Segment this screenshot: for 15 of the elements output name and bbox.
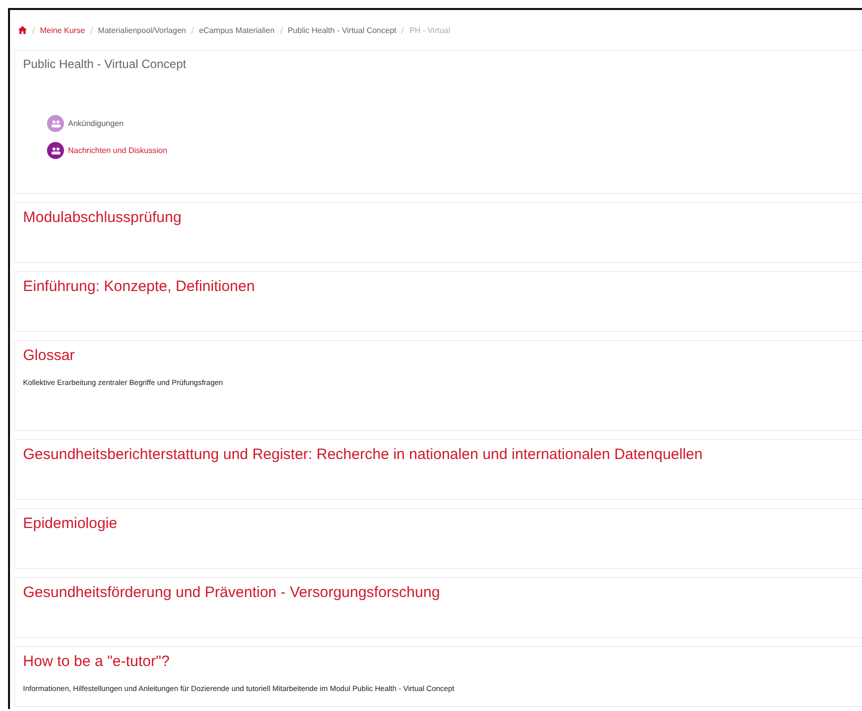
breadcrumb-link[interactable]: Public Health - Virtual Concept	[288, 26, 396, 34]
separator-icon	[190, 26, 194, 34]
course-title: Public Health - Virtual Concept	[23, 57, 188, 71]
breadcrumb-link[interactable]: eCampus Materialien	[198, 26, 275, 34]
separator-icon	[401, 26, 404, 34]
section-title[interactable]: Glossar	[23, 347, 854, 364]
home-icon[interactable]	[18, 26, 27, 34]
forum-link[interactable]: Ankündigungen	[47, 115, 854, 132]
separator-icon	[90, 26, 93, 34]
breadcrumb-link[interactable]: Meine Kurse	[40, 26, 85, 34]
separator-icon	[32, 26, 35, 34]
separator-icon	[280, 26, 283, 34]
section-title[interactable]: How to be a "e-tutor"?	[23, 653, 854, 670]
forum-link[interactable]: Nachrichten und Diskussion	[47, 142, 854, 159]
breadcrumb-link[interactable]: Materialienpool/Vorlagen	[98, 26, 186, 34]
